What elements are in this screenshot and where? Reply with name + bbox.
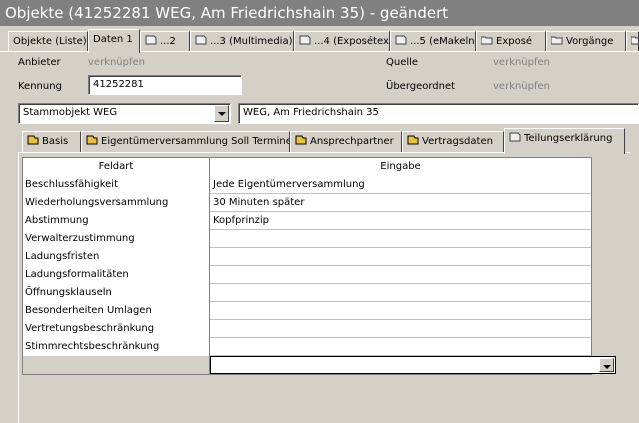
page-icon [509, 132, 521, 142]
tab-vertragsdaten[interactable]: Vertragsdaten [402, 131, 504, 153]
stammobjekt-value: Stammobjekt WEG [23, 107, 118, 118]
tab-label: Exposé [496, 36, 533, 47]
feldart-cell: Öffnungsklauseln [23, 284, 210, 302]
eingabe-cell[interactable] [210, 266, 591, 284]
eingabe-cell[interactable] [210, 248, 591, 266]
teilungserklaerung-grid: Feldart Eingabe Beschlussfähigkeit Jede … [22, 157, 616, 375]
tab-vorgaenge[interactable]: Vorgänge [546, 31, 626, 52]
table-row[interactable]: Ladungsfristen [23, 248, 591, 266]
tab-exposetexte[interactable]: ...4 (Exposétexte) [294, 31, 390, 52]
anbieter-label: Anbieter [18, 57, 61, 68]
chevron-down-icon[interactable] [214, 105, 229, 122]
quelle-label: Quelle [386, 57, 419, 68]
eingabe-cell[interactable]: Jede Eigentümerversammlung [210, 176, 591, 194]
tab-label: Teilungserklärung [524, 133, 613, 144]
eingabe-cell[interactable] [210, 320, 591, 338]
feldart-cell: Abstimmung [23, 212, 210, 230]
tab-label: Daten 1 [93, 34, 133, 45]
tab-label: Vorgänge [566, 36, 614, 47]
chevron-down-icon[interactable] [599, 358, 614, 372]
eingabe-cell[interactable] [210, 338, 591, 356]
feldart-cell: Vertretungsbeschränkung [23, 320, 210, 338]
table-row[interactable]: Besonderheiten Umlagen [23, 302, 591, 320]
tab-label: Vertragsdaten [422, 136, 493, 147]
page-icon [195, 35, 207, 45]
eingabe-cell[interactable] [210, 284, 591, 302]
tab-expose[interactable]: Exposé [476, 31, 546, 52]
tab-eigentuemerversammlung[interactable]: Eigentümerversammlung Soll Termine [81, 131, 290, 153]
anbieter-link[interactable]: verknüpfen [88, 57, 145, 68]
feldart-cell: Wiederholungsversammlung [23, 194, 210, 212]
stammobjekt-select[interactable]: Stammobjekt WEG [18, 103, 231, 124]
tab-label: Eigentümerversammlung Soll Termine [101, 136, 290, 147]
tab-objekte-liste[interactable]: Objekte (Liste) [8, 31, 88, 52]
tab-emakeln[interactable]: ...5 (eMakeln 1) [390, 31, 476, 52]
tab-basis[interactable]: Basis [22, 131, 81, 153]
kennung-field[interactable]: 41252281 [88, 75, 242, 95]
tab-label: Ansprechpartner [310, 136, 394, 147]
tab-ansprechpartner[interactable]: Ansprechpartner [290, 131, 402, 153]
feldart-cell: Beschlussfähigkeit [23, 176, 210, 194]
feldart-cell-empty [23, 356, 210, 374]
eingabe-cell[interactable]: 30 Minuten später [210, 194, 591, 212]
feldart-cell: Ladungsformalitäten [23, 266, 210, 284]
detail-tabbar: Basis Eigentümerversammlung Soll Termine… [18, 128, 639, 154]
open-folder-icon [481, 35, 493, 45]
table-row[interactable]: Stimmrechtsbeschränkung [23, 338, 591, 356]
kennung-label: Kennung [18, 81, 62, 92]
uebergeordnet-link[interactable]: verknüpfen [493, 81, 550, 92]
tab-daten-1[interactable]: Daten 1 [88, 29, 140, 53]
main-tabbar: Objekte (Liste) Daten 1 ...2 ...3 (Multi… [0, 29, 639, 53]
feldart-cell: Verwalterzustimmung [23, 230, 210, 248]
tab-teilungserklaerung[interactable]: Teilungserklärung [504, 128, 625, 154]
eingabe-cell[interactable] [210, 302, 591, 320]
page-icon [395, 35, 407, 45]
page-icon [299, 35, 311, 45]
column-header-feldart[interactable]: Feldart [23, 158, 210, 176]
table-row[interactable]: Abstimmung Kopfprinzip [23, 212, 591, 230]
tab-overflow[interactable] [626, 31, 639, 52]
folder-icon [27, 135, 39, 145]
feldart-cell: Stimmrechtsbeschränkung [23, 338, 210, 356]
feldart-cell: Besonderheiten Umlagen [23, 302, 210, 320]
eingabe-cell[interactable] [210, 230, 591, 248]
tab-daten-2[interactable]: ...2 [140, 31, 190, 52]
tab-label: ...4 (Exposétexte) [314, 36, 389, 47]
folder-icon [295, 135, 307, 145]
tab-label: ...5 (eMakeln 1) [410, 36, 475, 47]
table-row[interactable]: Wiederholungsversammlung 30 Minuten spät… [23, 194, 591, 212]
tab-label: Basis [42, 136, 69, 147]
quelle-link[interactable]: verknüpfen [493, 57, 550, 68]
open-folder-icon [631, 35, 638, 45]
tab-label: ...3 (Multimedia) [210, 36, 293, 47]
eingabe-dropdown[interactable] [210, 356, 616, 374]
folder-icon [86, 135, 98, 145]
table-row[interactable]: Öffnungsklauseln [23, 284, 591, 302]
uebergeordnet-label: Übergeordnet [386, 81, 456, 92]
feldart-cell: Ladungsfristen [23, 248, 210, 266]
tab-label: ...2 [160, 36, 176, 47]
eingabe-cell[interactable]: Kopfprinzip [210, 212, 591, 230]
table-row[interactable]: Beschlussfähigkeit Jede Eigentümerversam… [23, 176, 591, 194]
page-icon [145, 35, 157, 45]
tab-label: Objekte (Liste) [13, 36, 87, 47]
tab-multimedia[interactable]: ...3 (Multimedia) [190, 31, 294, 52]
column-header-eingabe[interactable]: Eingabe [210, 158, 591, 176]
table-row[interactable]: Ladungsformalitäten [23, 266, 591, 284]
grid-header: Feldart Eingabe [23, 158, 591, 176]
table-row[interactable]: Vertretungsbeschränkung [23, 320, 591, 338]
folder-icon [407, 135, 419, 145]
table-row-new[interactable] [23, 356, 616, 374]
table-row[interactable]: Verwalterzustimmung [23, 230, 591, 248]
objektname-field[interactable]: WEG, Am Friedrichshain 35 [238, 103, 639, 124]
open-folder-icon [551, 35, 563, 45]
window-title: Objekte (41252281 WEG, Am Friedrichshain… [0, 0, 639, 26]
